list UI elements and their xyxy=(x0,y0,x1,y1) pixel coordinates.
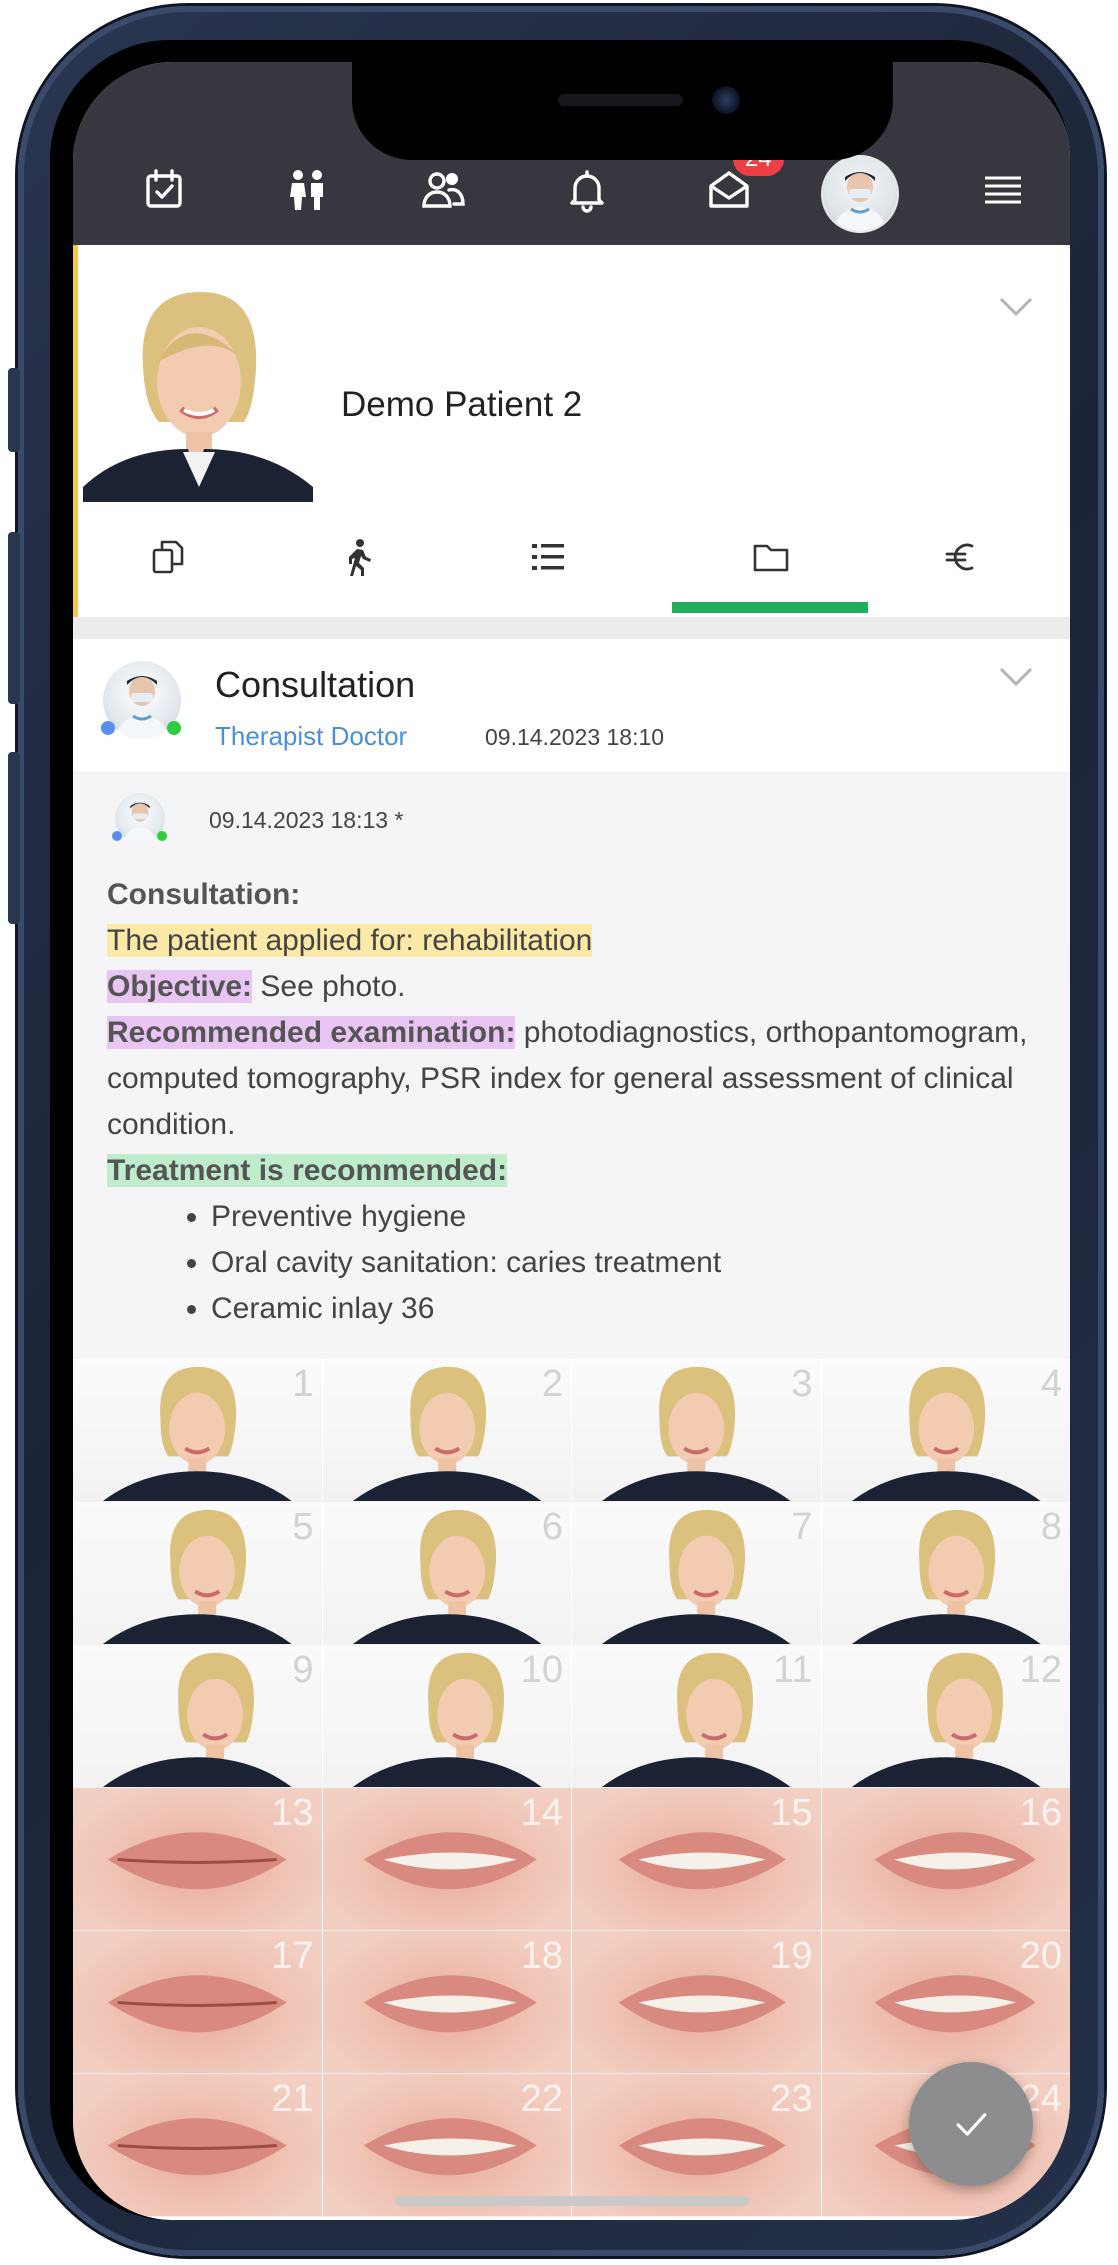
photo-thumbnail[interactable]: 14 xyxy=(322,1788,572,1931)
exam-label: Recommended examination: xyxy=(107,1016,516,1049)
status-dot-blue xyxy=(101,721,115,735)
note-body: Consultation: The patient applied for: r… xyxy=(107,872,1047,1332)
photo-number: 6 xyxy=(541,1506,563,1548)
chevron-down-icon[interactable] xyxy=(999,297,1033,317)
photo-number: 3 xyxy=(791,1363,813,1405)
family-icon[interactable] xyxy=(277,160,337,220)
section-divider xyxy=(73,617,1070,639)
home-indicator xyxy=(395,2196,749,2206)
doctor-avatar[interactable] xyxy=(101,661,181,739)
photo-thumbnail[interactable]: 19 xyxy=(572,1931,822,2074)
consultation-date: 09.14.2023 18:10 xyxy=(485,724,665,750)
status-dot-blue xyxy=(112,831,122,841)
bell-icon[interactable] xyxy=(557,160,617,220)
front-camera xyxy=(712,86,740,114)
menu-icon[interactable] xyxy=(973,160,1033,220)
photo-thumbnail[interactable]: 21 xyxy=(73,2074,323,2217)
folder-icon[interactable] xyxy=(676,512,866,602)
photo-number: 19 xyxy=(770,1935,813,1977)
avatar[interactable] xyxy=(821,155,899,233)
photo-thumbnail[interactable]: 2 xyxy=(322,1359,572,1502)
photo-thumbnail[interactable]: 8 xyxy=(821,1502,1070,1645)
photo-thumbnail[interactable]: 12 xyxy=(821,1645,1070,1788)
photo-thumbnail[interactable]: 3 xyxy=(572,1359,822,1502)
euro-icon[interactable] xyxy=(866,512,1056,602)
photo-thumbnail[interactable]: 18 xyxy=(322,1931,572,2074)
calendar-check-icon[interactable] xyxy=(134,160,194,220)
copy-icon[interactable] xyxy=(73,512,263,602)
patient-name: Demo Patient 2 xyxy=(341,385,583,424)
photo-thumbnail[interactable]: 1 xyxy=(73,1359,323,1502)
objective-label: Objective: xyxy=(107,970,253,1003)
photo-number: 10 xyxy=(520,1649,563,1691)
photo-number: 2 xyxy=(541,1363,563,1405)
check-icon xyxy=(956,2113,987,2136)
photo-number: 15 xyxy=(770,1792,813,1834)
photo-thumbnail[interactable]: 6 xyxy=(322,1502,572,1645)
photo-thumbnail[interactable]: 11 xyxy=(572,1645,822,1788)
note-date: 09.14.2023 18:13 * xyxy=(209,807,404,833)
treatment-item: Oral cavity sanitation: caries treatment xyxy=(211,1240,1047,1286)
treatment-label: Treatment is recommended: xyxy=(107,1154,508,1187)
photo-number: 23 xyxy=(770,2078,813,2120)
screen: 24 xyxy=(73,62,1070,2220)
photo-thumbnail[interactable]: 13 xyxy=(73,1788,323,1931)
status-dot-green xyxy=(167,721,181,735)
note-heading: Consultation: xyxy=(107,878,301,911)
mute-switch xyxy=(8,368,20,452)
photo-number: 1 xyxy=(292,1363,314,1405)
photo-thumbnail[interactable]: 16 xyxy=(821,1788,1070,1931)
list-icon[interactable] xyxy=(453,512,643,602)
treatment-list: Preventive hygiene Oral cavity sanitatio… xyxy=(107,1194,1047,1332)
photo-thumbnail[interactable]: 9 xyxy=(73,1645,323,1788)
applied-for-text: The patient applied for: rehabilitation xyxy=(107,924,593,957)
walking-icon[interactable] xyxy=(263,512,453,602)
photo-number: 5 xyxy=(292,1506,314,1548)
treatment-item: Preventive hygiene xyxy=(211,1194,1047,1240)
photo-thumbnail[interactable]: 20 xyxy=(821,1931,1070,2074)
photo-number: 20 xyxy=(1019,1935,1062,1977)
photo-number: 7 xyxy=(791,1506,813,1548)
volume-down-button xyxy=(8,752,20,924)
status-dot-green xyxy=(157,831,167,841)
users-icon[interactable] xyxy=(413,160,473,220)
photo-number: 14 xyxy=(520,1792,563,1834)
photo-number: 18 xyxy=(520,1935,563,1977)
photo-number: 12 xyxy=(1019,1649,1062,1691)
notch xyxy=(352,52,893,160)
volume-up-button xyxy=(8,532,20,704)
photo-number: 13 xyxy=(271,1792,314,1834)
photo-number: 4 xyxy=(1040,1363,1062,1405)
treatment-item: Ceramic inlay 36 xyxy=(211,1286,1047,1332)
photo-number: 9 xyxy=(292,1649,314,1691)
photo-thumbnail[interactable]: 5 xyxy=(73,1502,323,1645)
active-tab-indicator xyxy=(672,602,868,613)
chevron-down-icon[interactable] xyxy=(999,667,1033,687)
patient-photo[interactable] xyxy=(83,277,313,502)
confirm-button[interactable] xyxy=(909,2062,1033,2186)
photo-number: 17 xyxy=(271,1935,314,1977)
photo-thumbnail[interactable]: 17 xyxy=(73,1931,323,2074)
patient-tabs xyxy=(73,512,1070,612)
photo-number: 22 xyxy=(520,2078,563,2120)
photo-thumbnail[interactable]: 10 xyxy=(322,1645,572,1788)
consultation-author-link[interactable]: Therapist Doctor xyxy=(215,721,407,752)
photo-number: 21 xyxy=(271,2078,314,2120)
consultation-title: Consultation xyxy=(215,664,416,705)
phone-bezel: 24 xyxy=(50,40,1070,2220)
photo-thumbnail[interactable]: 4 xyxy=(821,1359,1070,1502)
photo-thumbnail[interactable]: 15 xyxy=(572,1788,822,1931)
photo-thumbnail[interactable]: 7 xyxy=(572,1502,822,1645)
photo-number: 8 xyxy=(1040,1506,1062,1548)
objective-text: See photo. xyxy=(252,970,406,1003)
speaker xyxy=(558,94,683,106)
photo-number: 11 xyxy=(773,1649,813,1691)
note-author-avatar xyxy=(112,793,167,843)
photo-number: 16 xyxy=(1019,1792,1062,1834)
